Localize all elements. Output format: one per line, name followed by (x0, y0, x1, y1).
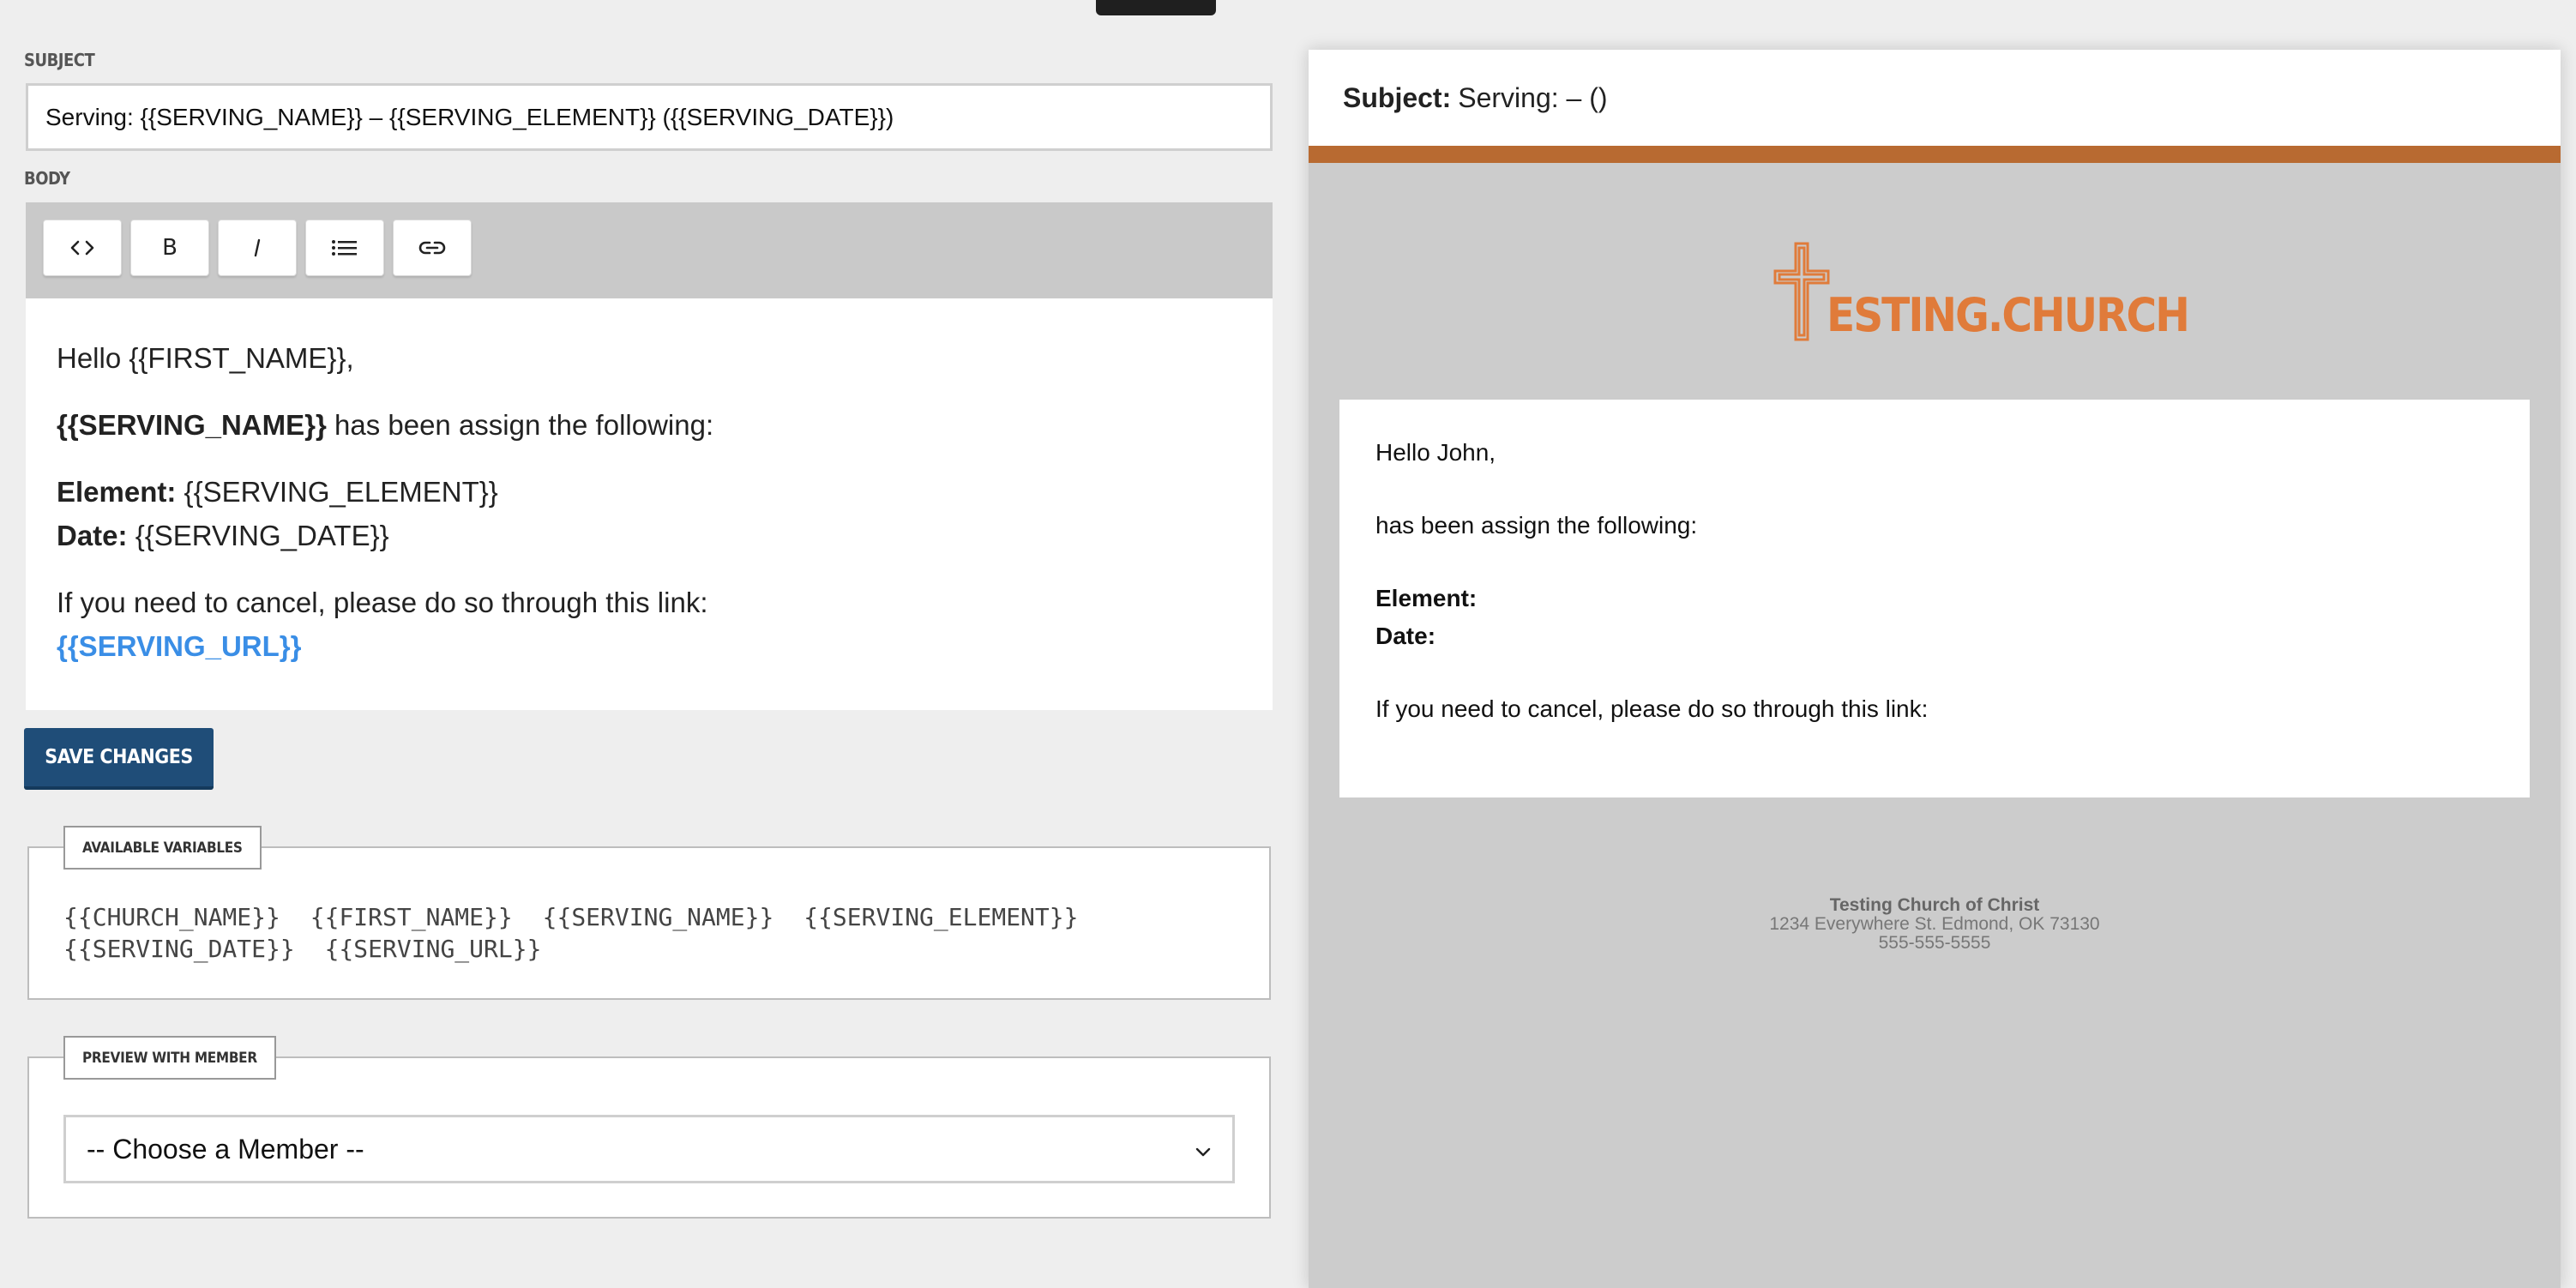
preview-subject-value: Serving: – () (1458, 81, 1608, 113)
rte-toolbar: B (26, 202, 1273, 298)
preview-cancel-text: If you need to cancel, please do so thro… (1375, 695, 1929, 722)
code-icon (69, 239, 95, 256)
preview-with-member-panel: PREVIEW WITH MEMBER -- Choose a Member -… (27, 1036, 1271, 1219)
italic-icon (251, 238, 263, 258)
available-variables-panel: AVAILABLE VARIABLES {{CHURCH_NAME}} {{FI… (27, 826, 1271, 1000)
available-variables-legend: AVAILABLE VARIABLES (63, 826, 262, 870)
footer-address: 1234 Everywhere St. Edmond, OK 73130 (1769, 914, 2100, 934)
serving-url-link[interactable]: {{SERVING_URL}} (57, 630, 301, 662)
variable-item: {{CHURCH_NAME}} (63, 903, 280, 931)
variable-item: {{SERVING_DATE}} (63, 935, 295, 963)
preview-with-member-legend: PREVIEW WITH MEMBER (63, 1036, 276, 1080)
preview-footer: Testing Church of Christ 1234 Everywhere… (1309, 896, 2561, 953)
cross-icon (1773, 242, 1830, 346)
body-assign-line: {{SERVING_NAME}} has been assign the fol… (57, 403, 1242, 447)
body-label: BODY (24, 168, 70, 189)
variable-item: {{SERVING_URL}} (324, 935, 542, 963)
rte-content[interactable]: Hello {{FIRST_NAME}}, {{SERVING_NAME}} h… (26, 298, 1273, 668)
body-details: Element: {{SERVING_ELEMENT}} Date: {{SER… (57, 470, 1242, 557)
preview-subject-label: Subject: (1343, 81, 1452, 113)
preview-element-label: Element: (1375, 585, 1478, 611)
preview-element: Element: (1375, 580, 2494, 617)
italic-button[interactable] (218, 220, 297, 276)
preview-body-card: Hello John, has been assign the followin… (1339, 400, 2530, 797)
preview-accent-bar (1309, 146, 2561, 163)
save-changes-button[interactable]: SAVE CHANGES (24, 728, 214, 790)
list-button[interactable] (305, 220, 384, 276)
preview-date-label: Date: (1375, 623, 1436, 649)
church-logo: ESTING.CHURCH (1773, 242, 2190, 346)
bold-button[interactable]: B (130, 220, 209, 276)
footer-org-name: Testing Church of Christ (1829, 895, 2040, 915)
preview-greeting: Hello John, (1375, 439, 1496, 466)
variable-item: {{SERVING_ELEMENT}} (803, 903, 1079, 931)
email-preview: Subject: Serving: – () ESTING.CHURCH Hel… (1309, 50, 2561, 1288)
rich-text-editor[interactable]: B Hello {{FIRST_NAME}}, {{SERVING_NAME}}… (26, 202, 1273, 710)
member-select-value: -- Choose a Member -- (87, 1133, 364, 1165)
preview-date: Date: (1375, 617, 2494, 655)
variable-item: {{SERVING_NAME}} (542, 903, 774, 931)
body-greeting: Hello {{FIRST_NAME}}, (57, 342, 354, 374)
list-icon (331, 238, 358, 258)
code-view-button[interactable] (43, 220, 122, 276)
assign-text: has been assign the following: (326, 409, 714, 441)
link-icon (418, 238, 447, 257)
element-value: {{SERVING_ELEMENT}} (176, 476, 498, 508)
chevron-down-icon (1195, 1134, 1212, 1165)
serving-name-var: {{SERVING_NAME}} (57, 409, 327, 441)
variables-list: {{CHURCH_NAME}} {{FIRST_NAME}} {{SERVING… (63, 901, 1195, 965)
element-label: Element: (57, 476, 177, 508)
date-value: {{SERVING_DATE}} (127, 520, 389, 551)
bold-icon: B (162, 235, 178, 261)
date-label: Date: (57, 520, 128, 551)
link-button[interactable] (393, 220, 472, 276)
preview-assign-text: has been assign the following: (1375, 512, 1698, 539)
cancel-text: If you need to cancel, please do so thro… (57, 587, 708, 618)
footer-phone: 555-555-5555 (1878, 933, 1991, 953)
preview-subject: Subject: Serving: – () (1309, 50, 2561, 146)
top-tab[interactable] (1096, 0, 1216, 15)
member-select[interactable]: -- Choose a Member -- (63, 1115, 1235, 1183)
logo-text: ESTING.CHURCH (1827, 288, 2190, 342)
subject-input[interactable] (26, 83, 1273, 151)
body-cancel: If you need to cancel, please do so thro… (57, 581, 1242, 668)
subject-label: SUBJECT (24, 50, 95, 70)
variable-item: {{FIRST_NAME}} (310, 903, 513, 931)
